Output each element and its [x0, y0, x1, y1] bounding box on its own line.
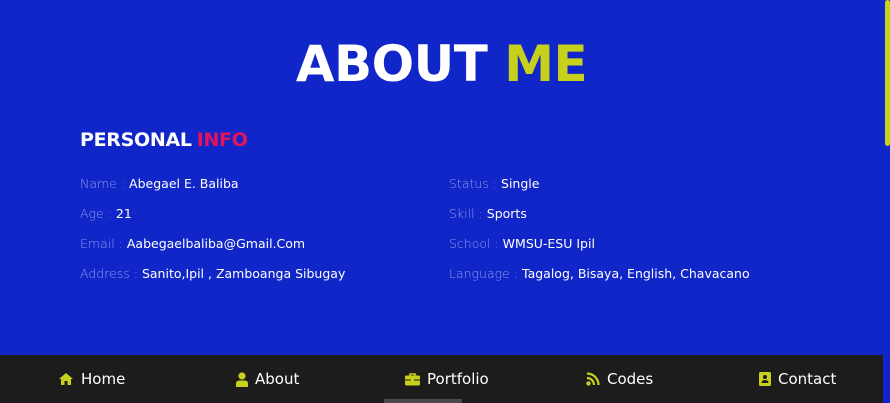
briefcase-icon [405, 372, 420, 386]
bottom-navbar: Home About Portfolio Codes Contact [0, 355, 883, 403]
page-scrollbar[interactable] [883, 0, 890, 403]
info-label: Skill : [449, 206, 483, 221]
info-label: Name : [80, 176, 126, 191]
nav-item-about[interactable]: About [236, 355, 299, 403]
info-status: Status : Single [449, 176, 539, 192]
info-skill: Skill : Sports [449, 206, 527, 222]
section-title-accent: INFO [196, 129, 248, 151]
info-value: Aabegaelbaliba@Gmail.Com [126, 236, 306, 251]
page-title: ABOUT ME [0, 34, 883, 94]
nav-active-indicator [384, 399, 462, 403]
info-value: Single [501, 176, 540, 191]
home-icon [58, 372, 74, 386]
info-language: Language : Tagalog, Bisaya, English, Cha… [449, 266, 750, 282]
info-value: Sports [486, 206, 527, 221]
about-page: ABOUT ME PERSONAL INFO Name : Abegael E. … [0, 0, 890, 403]
info-label: Language : [449, 266, 519, 281]
info-label: Age : [80, 206, 112, 221]
nav-item-label: Home [81, 370, 126, 388]
info-address: Address : Sanito,Ipil , Zamboanga Sibuga… [80, 266, 345, 282]
nav-item-portfolio[interactable]: Portfolio [405, 355, 489, 403]
nav-item-codes[interactable]: Codes [586, 355, 653, 403]
info-label: Address : [80, 266, 138, 281]
info-label: Email : [80, 236, 123, 251]
scrollbar-thumb[interactable] [885, 0, 890, 146]
nav-item-label: Contact [778, 370, 837, 388]
page-title-main: ABOUT [295, 35, 488, 93]
user-icon [236, 371, 248, 387]
nav-item-label: About [255, 370, 300, 388]
rss-icon [586, 372, 600, 386]
info-value: Sanito,Ipil , Zamboanga Sibugay [141, 266, 346, 281]
nav-item-home[interactable]: Home [58, 355, 125, 403]
nav-item-contact[interactable]: Contact [759, 355, 836, 403]
nav-item-label: Portfolio [427, 370, 489, 388]
info-email: Email : Aabegaelbaliba@Gmail.Com [80, 236, 305, 252]
section-title-main: PERSONAL [80, 129, 192, 151]
info-age: Age : 21 [80, 206, 132, 222]
info-value: Tagalog, Bisaya, English, Chavacano [522, 266, 750, 281]
info-label: Status : [449, 176, 498, 191]
info-name: Name : Abegael E. Baliba [80, 176, 239, 192]
page-title-accent: ME [504, 35, 588, 93]
info-value: 21 [115, 206, 132, 221]
info-school: School : WMSU-ESU Ipil [449, 236, 595, 252]
section-title: PERSONAL INFO [80, 128, 248, 152]
address-book-icon [759, 372, 771, 386]
nav-item-label: Codes [607, 370, 654, 388]
info-value: WMSU-ESU Ipil [502, 236, 595, 251]
info-value: Abegael E. Baliba [129, 176, 239, 191]
info-label: School : [449, 236, 499, 251]
